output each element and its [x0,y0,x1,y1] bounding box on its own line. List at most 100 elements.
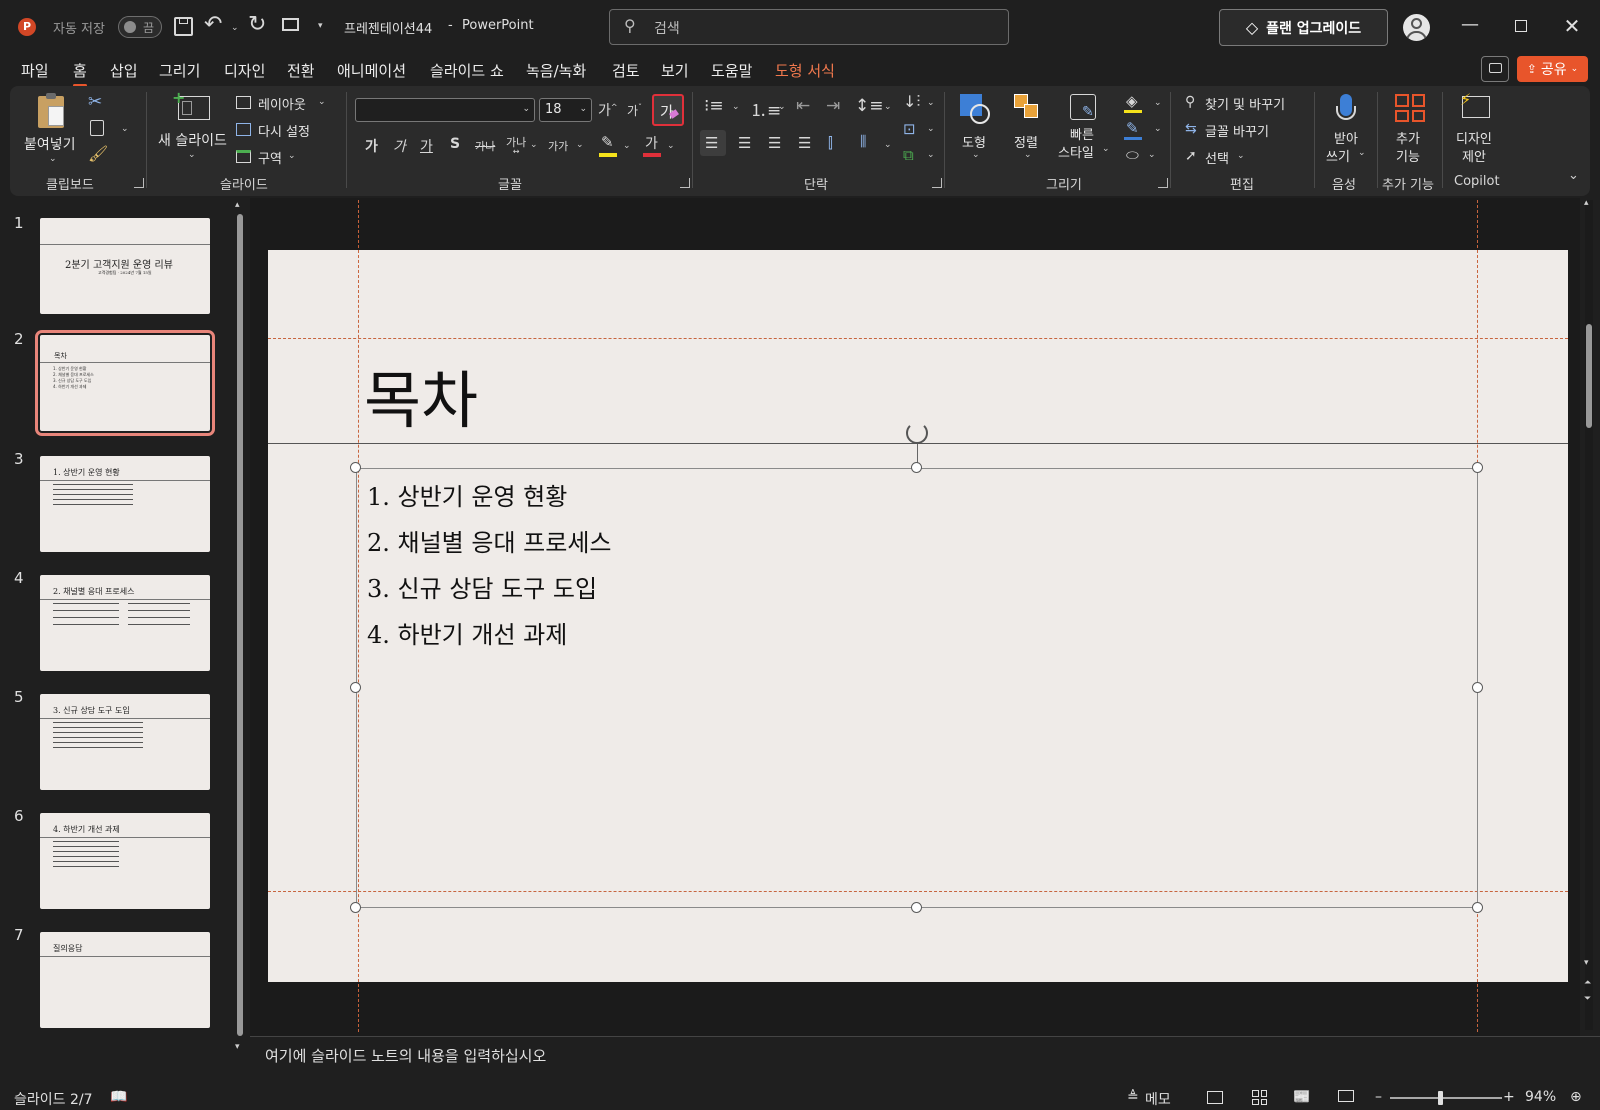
resize-handle-top[interactable] [911,462,922,473]
account-avatar[interactable] [1403,14,1430,41]
customize-toolbar-icon[interactable]: ▾ [318,21,323,31]
tab-animations[interactable]: 애니메이션 [337,60,406,81]
bullet-item[interactable]: 4. 하반기 개선 과제 [367,615,567,650]
distributed-icon[interactable]: ⫿ [828,134,833,152]
numbering-icon[interactable]: ⒈≡ [750,96,781,121]
copy-dropdown-icon[interactable]: ⌄ [121,124,129,134]
convert-smartart-icon[interactable]: ⧉ [903,146,914,164]
line-spacing-dropdown-icon[interactable]: ⌄ [884,102,892,112]
zoom-out-icon[interactable]: – [1375,1089,1382,1105]
slide-thumbnail-5[interactable]: 3. 신규 상담 도구 도입 [40,694,210,790]
zoom-slider[interactable] [1390,1091,1502,1105]
shape-outline-icon[interactable]: ✎ [1126,119,1139,137]
bullet-item[interactable]: 3. 신규 상담 도구 도입 [367,569,597,604]
comments-button[interactable] [1481,56,1509,82]
scroll-up-icon[interactable]: ▴ [235,200,240,210]
tab-view[interactable]: 보기 [661,60,689,81]
designer-button[interactable]: ⚡ 디자인 제안 [1450,90,1502,168]
paste-button[interactable]: 붙여넣기 ⌄ [24,92,82,170]
addins-button[interactable]: 추가 기능 [1384,90,1436,168]
format-painter-icon[interactable]: 🖌 [88,144,108,163]
tab-insert[interactable]: 삽입 [110,60,138,81]
columns-dropdown-icon[interactable]: ⌄ [884,140,892,150]
change-case-dropdown-icon[interactable]: ⌄ [576,140,584,150]
replace-fonts-button[interactable]: ⇆ 글꼴 바꾸기 [1185,121,1305,141]
autosave-toggle[interactable]: 끔 [118,16,162,38]
shape-fill-dropdown-icon[interactable]: ⌄ [1154,98,1162,108]
save-icon[interactable] [174,17,193,36]
character-spacing-dropdown-icon[interactable]: ⌄ [530,140,538,150]
highlight-color-button[interactable]: ✎ ⌄ [599,133,633,159]
slide-thumbnail-3[interactable]: 1. 상반기 운영 현황 [40,456,210,552]
align-left-button[interactable]: ☰ [700,130,726,156]
copy-icon[interactable] [90,120,104,136]
text-shadow-icon[interactable]: S [450,136,460,152]
slide-title[interactable]: 목차 [364,350,478,440]
tab-transitions[interactable]: 전환 [287,60,315,81]
scroll-down-icon[interactable]: ▾ [1584,958,1589,968]
scroll-up-icon[interactable]: ▴ [1584,198,1589,208]
cut-icon[interactable]: ✂ [88,92,102,112]
maximize-button[interactable] [1506,14,1536,42]
notes-pane[interactable]: 여기에 슬라이드 노트의 내용을 입력하십시오 [250,1036,1600,1086]
character-spacing-icon[interactable]: 가나 ↔ [506,134,526,163]
numbering-dropdown-icon[interactable]: ⌄ [778,102,786,112]
next-slide-icon[interactable]: ⏷ [1584,994,1591,1004]
reading-view-icon[interactable]: 📰 [1293,1089,1310,1105]
notes-toggle-label[interactable]: 메모 [1145,1089,1171,1109]
align-right-icon[interactable]: ☰ [768,134,781,152]
slide-sorter-button[interactable] [1252,1090,1267,1105]
bullets-dropdown-icon[interactable]: ⌄ [732,102,740,112]
resize-handle-bottom-right[interactable] [1472,902,1483,913]
editor-scroll-thumb[interactable] [1586,324,1592,428]
undo-icon[interactable]: ↶ [204,12,222,37]
fit-slide-icon[interactable]: ⊕ [1570,1089,1582,1105]
increase-indent-icon[interactable]: ⇥ [826,96,840,116]
arrange-button[interactable]: 정렬 ⌄ [1006,90,1052,168]
dictate-button[interactable]: 받아 쓰기 ⌄ [1322,90,1372,168]
clipboard-launcher-icon[interactable] [134,178,144,188]
notes-toggle-icon[interactable]: ≜ [1127,1089,1139,1105]
decrease-indent-icon[interactable]: ⇤ [796,96,810,116]
underline-icon[interactable]: 가 [420,136,433,156]
font-name-box[interactable]: ⌄ [355,98,535,122]
redo-icon[interactable]: ↻ [248,12,266,37]
resize-handle-top-right[interactable] [1472,462,1483,473]
normal-view-button[interactable] [1207,1091,1223,1104]
find-replace-button[interactable]: ⚲ 찾기 및 바꾸기 [1185,94,1305,114]
upgrade-plan-button[interactable]: ◇ 플랜 업그레이드 [1219,9,1388,46]
slide-thumbnail-6[interactable]: 4. 하반기 개선 과제 [40,813,210,909]
drawing-launcher-icon[interactable] [1158,178,1168,188]
tab-review[interactable]: 검토 [612,60,640,81]
resize-handle-right[interactable] [1472,682,1483,693]
increase-font-size-icon[interactable]: 가^ [598,100,618,120]
select-button[interactable]: ➚ 선택 ⌄ [1185,148,1305,168]
search-box[interactable]: ⚲ 검색 [609,9,1009,45]
italic-icon[interactable]: 가 [393,136,406,156]
layout-button[interactable]: 레이아웃 ⌄ [234,94,326,114]
font-size-box[interactable]: 18 ⌄ [539,98,592,122]
bullet-item[interactable]: 1. 상반기 운영 현황 [367,477,567,512]
resize-handle-bottom-left[interactable] [350,902,361,913]
paragraph-launcher-icon[interactable] [932,178,942,188]
align-text-dropdown-icon[interactable]: ⌄ [927,124,935,134]
shape-fill-icon[interactable]: ◈ [1126,92,1138,110]
tab-home[interactable]: 홈 [73,60,87,87]
zoom-level[interactable]: 94% [1525,1089,1556,1105]
accessibility-icon[interactable]: 📖 [110,1089,127,1105]
shape-effects-icon[interactable]: ⬭ [1126,146,1139,164]
resize-handle-bottom[interactable] [911,902,922,913]
clear-formatting-button[interactable]: 가 [652,94,684,126]
tab-record[interactable]: 녹음/녹화 [526,60,586,81]
thumbnail-scrollbar[interactable]: ▴ ▾ [235,200,244,1054]
resize-handle-top-left[interactable] [350,462,361,473]
columns-icon[interactable]: ⫼ [860,134,866,150]
new-slide-button[interactable]: + 새 슬라이드 ⌄ [158,88,230,168]
line-spacing-icon[interactable]: ↕≡ [855,96,884,116]
quick-styles-button[interactable]: ✎ 빠른 스타일 ⌄ [1056,90,1110,168]
bullets-icon[interactable]: ⁝≡ [704,96,724,116]
previous-slide-icon[interactable]: ⏶ [1584,978,1591,988]
slide-thumbnail-2[interactable]: 목차 1. 상반기 운영 현황 2. 채널별 응대 프로세스 3. 신규 상담 … [35,330,215,436]
align-center-icon[interactable]: ☰ [738,134,751,152]
rotate-handle-icon[interactable] [906,422,928,444]
